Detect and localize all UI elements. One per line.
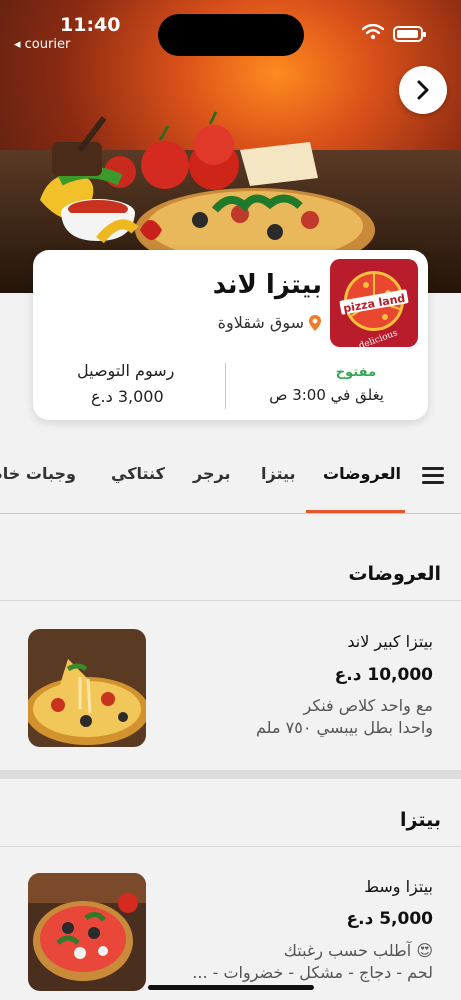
status-bar: 11:40 ◂ courier [0,0,461,56]
map-pin-icon [309,314,321,331]
menu-item-desc-line: واحدا بطل بيبسي ٧٥٠ ملم [256,718,433,737]
tab-pizza[interactable]: بيتزا [261,464,296,483]
tab-special-meals[interactable]: وجبات خاصة [0,464,76,483]
tab-burger[interactable]: برجر [193,464,230,483]
restaurant-location: سوق شقلاوة [218,313,322,332]
home-indicator [148,985,314,990]
chevron-right-icon [417,80,429,100]
category-tabs: العروضات بيتزا برجر كنتاكي وجبات خاصة [0,440,461,514]
tab-offers[interactable]: العروضات [323,464,401,483]
open-status-badge: مفتوح [335,365,376,380]
section-divider [0,600,461,601]
section-title: بيتزا [400,809,441,831]
menu-item-price: 10,000 د.ع [334,665,433,685]
menu-item-desc-line: 😍 آطلب حسب رغبتك [283,941,433,960]
battery-icon [393,26,426,42]
menu-item-desc-line: مع واحد كلاص فنكر [303,696,433,715]
delivery-fee-value: 3,000 د.ع [91,387,164,406]
menu-item-name[interactable]: بيتزا وسط [364,877,433,896]
card-divider [225,363,226,409]
restaurant-name: بيتزا لاند [212,270,322,300]
delivery-fee-label: رسوم التوصيل [77,361,175,380]
next-button[interactable] [399,66,447,114]
back-to-app-link[interactable]: ◂ courier [14,37,70,52]
wifi-icon [362,24,384,40]
logo-subtext: delicious [358,328,400,347]
restaurant-info-card: pizza land delicious بيتزا لاند سوق شقلا… [33,250,428,420]
menu-item-price: 5,000 د.ع [346,909,434,929]
menu-item-image[interactable] [28,629,146,747]
section-separator [0,770,461,779]
hamburger-icon[interactable] [422,467,444,485]
menu-item-name[interactable]: بيتزا كبير لاند [347,632,433,651]
restaurant-logo: pizza land delicious [330,259,418,347]
status-time: 11:40 [60,14,121,36]
menu-item-desc-line: لحم - دجاج - مشكل - خضروات - ... [192,963,433,982]
active-tab-indicator [306,510,405,513]
menu-item-description: 😍 آطلب حسب رغبتك لحم - دجاج - مشكل - خضر… [183,940,433,984]
location-text: سوق شقلاوة [217,313,304,332]
dynamic-island [158,14,304,56]
section-title: العروضات [348,563,441,585]
section-pizza: بيتزا بيتزا وسط 5,000 د.ع 😍 آطلب حسب رغب… [0,779,461,1000]
menu-item-description: مع واحد كلاص فنكر واحدا بطل بيبسي ٧٥٠ مل… [183,695,433,739]
closing-time: يغلق في 3:00 ص [269,386,384,404]
section-divider [0,846,461,847]
section-offers: العروضات بيتزا كبير لاند 10,000 د.ع مع و… [0,515,461,770]
menu-item-image[interactable] [28,873,146,991]
tab-kentucky[interactable]: كنتاكي [111,464,165,483]
